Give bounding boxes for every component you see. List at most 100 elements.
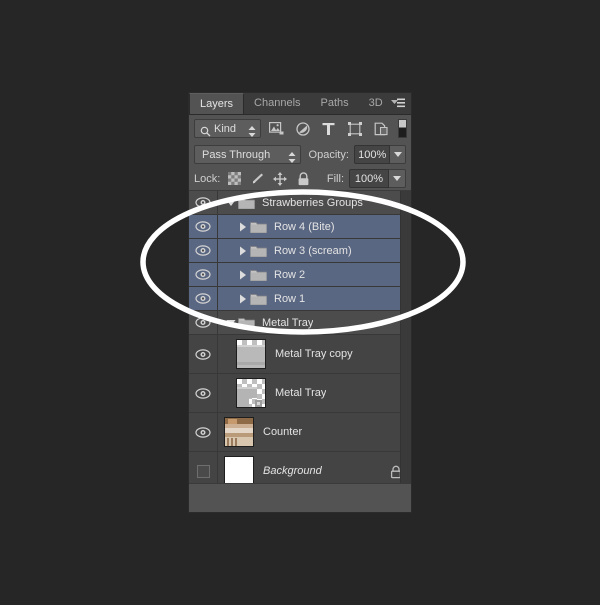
layer-row[interactable]: Row 2 <box>189 263 411 287</box>
layer-row-body[interactable]: Background <box>218 452 411 483</box>
fill-label: Fill: <box>326 172 344 185</box>
folder-icon <box>250 221 267 233</box>
layer-thumbnail[interactable] <box>236 339 266 369</box>
layer-visibility-toggle[interactable] <box>189 191 218 214</box>
lock-row: Lock: Fill: 100% <box>189 167 411 191</box>
tab-layers[interactable]: Layers <box>189 93 245 114</box>
opacity-dropdown-button[interactable] <box>390 145 406 164</box>
eye-icon <box>195 387 211 399</box>
disclosure-collapsed-icon <box>240 270 246 279</box>
fill-dropdown-button[interactable] <box>389 169 406 188</box>
blend-mode-value: Pass Through <box>202 148 271 161</box>
layer-row[interactable]: Metal Tray <box>189 374 411 413</box>
layer-thumbnail[interactable] <box>236 378 266 408</box>
layer-visibility-toggle[interactable] <box>189 263 218 286</box>
layer-name[interactable]: Metal Tray <box>275 387 326 399</box>
lock-all-icon[interactable] <box>296 171 310 186</box>
eye-icon <box>195 221 211 232</box>
layer-name[interactable]: Counter <box>263 426 302 438</box>
tab-channels[interactable]: Channels <box>244 93 311 114</box>
layers-panel: Layers Channels Paths 3D Kind Pass Throu… <box>188 92 412 513</box>
layer-name[interactable]: Strawberries Groups <box>262 197 363 209</box>
layer-visibility-toggle[interactable] <box>189 287 218 310</box>
layer-name[interactable]: Row 2 <box>274 269 305 281</box>
layer-visibility-toggle[interactable] <box>189 413 218 451</box>
adjustment-layer-filter-icon[interactable] <box>295 121 310 136</box>
type-layer-filter-icon[interactable] <box>321 121 336 136</box>
layer-row[interactable]: Background <box>189 452 411 483</box>
tab-3d[interactable]: 3D <box>358 93 393 114</box>
search-icon <box>200 124 211 142</box>
filter-kind-select[interactable]: Kind <box>194 119 262 138</box>
thumbnail-metal-tray <box>237 379 265 407</box>
panel-tab-strip: Layers Channels Paths 3D <box>189 93 411 115</box>
layer-row-body[interactable]: Row 1 <box>218 287 411 310</box>
blend-mode-select[interactable]: Pass Through <box>194 145 301 164</box>
layer-visibility-toggle[interactable] <box>189 374 218 412</box>
layer-row-body[interactable]: Row 3 (scream) <box>218 239 411 262</box>
layer-row[interactable]: Metal Tray copy <box>189 335 411 374</box>
layer-row-body[interactable]: Row 2 <box>218 263 411 286</box>
disclosure-collapsed-icon[interactable] <box>236 294 250 304</box>
fill-input[interactable]: 100% <box>349 169 389 188</box>
filter-enable-toggle[interactable] <box>398 119 407 138</box>
blend-mode-row: Pass Through Opacity: 100% <box>189 142 411 167</box>
layer-row-body[interactable]: Metal Tray <box>218 311 411 334</box>
lock-label: Lock: <box>194 172 221 185</box>
chevron-updown-icon <box>288 150 296 168</box>
layer-row[interactable]: Row 1 <box>189 287 411 311</box>
eye-icon <box>195 197 211 208</box>
folder-icon <box>250 244 267 258</box>
layer-visibility-toggle[interactable] <box>189 335 218 373</box>
layer-row-body[interactable]: Metal Tray <box>218 374 411 412</box>
layer-row-body[interactable]: Counter <box>218 413 411 451</box>
shape-layer-filter-icon[interactable] <box>347 121 362 136</box>
smart-object-filter-icon[interactable] <box>373 121 388 136</box>
layer-name[interactable]: Background <box>263 465 322 477</box>
layer-row-body[interactable]: Row 4 (Bite) <box>218 215 411 238</box>
layer-row[interactable]: Metal Tray <box>189 311 411 335</box>
layer-visibility-toggle[interactable] <box>189 311 218 334</box>
layer-row[interactable]: Strawberries Groups <box>189 191 411 215</box>
folder-icon <box>238 316 255 330</box>
layer-name[interactable]: Row 4 (Bite) <box>274 221 335 233</box>
eye-icon <box>195 317 211 328</box>
layer-row[interactable]: Counter <box>189 413 411 452</box>
lock-transparent-pixels-icon[interactable] <box>227 172 241 186</box>
layer-name[interactable]: Metal Tray <box>262 317 313 329</box>
layer-row[interactable]: Row 4 (Bite) <box>189 215 411 239</box>
layer-row-body[interactable]: Metal Tray copy <box>218 335 411 373</box>
panel-footer-toolbar <box>189 483 411 510</box>
lock-position-icon[interactable] <box>273 171 288 186</box>
folder-icon <box>238 317 255 329</box>
layer-name[interactable]: Row 1 <box>274 293 305 305</box>
disclosure-expanded-icon[interactable] <box>224 199 238 207</box>
opacity-input[interactable]: 100% <box>353 145 391 164</box>
disclosure-expanded-icon[interactable] <box>224 319 238 327</box>
layer-visibility-toggle[interactable] <box>189 215 218 238</box>
layer-list-scrollbar[interactable] <box>400 191 411 483</box>
layer-name[interactable]: Metal Tray copy <box>275 348 353 360</box>
lock-buttons <box>227 171 310 186</box>
tab-paths[interactable]: Paths <box>310 93 359 114</box>
disclosure-collapsed-icon[interactable] <box>236 270 250 280</box>
disclosure-collapsed-icon[interactable] <box>236 222 250 232</box>
layer-thumbnail[interactable] <box>224 456 254 483</box>
layer-thumbnail[interactable] <box>224 417 254 447</box>
layer-row-body[interactable]: Strawberries Groups <box>218 191 411 214</box>
folder-icon <box>250 220 267 234</box>
lock-image-pixels-icon[interactable] <box>250 172 264 186</box>
panel-menu-icon[interactable] <box>390 97 406 110</box>
layer-name[interactable]: Row 3 (scream) <box>274 245 352 257</box>
visibility-empty-box <box>196 464 210 478</box>
disclosure-expanded-icon <box>226 319 236 326</box>
disclosure-collapsed-icon[interactable] <box>236 246 250 256</box>
folder-icon <box>250 269 267 281</box>
eye-icon <box>195 426 211 438</box>
folder-icon <box>250 245 267 257</box>
layer-row[interactable]: Row 3 (scream) <box>189 239 411 263</box>
layer-visibility-toggle[interactable] <box>189 239 218 262</box>
layer-list[interactable]: Strawberries Groups Row 4 (Bite) Row 3 (sc… <box>189 191 411 483</box>
layer-visibility-toggle[interactable] <box>189 452 218 483</box>
pixel-layer-filter-icon[interactable] <box>269 121 284 136</box>
